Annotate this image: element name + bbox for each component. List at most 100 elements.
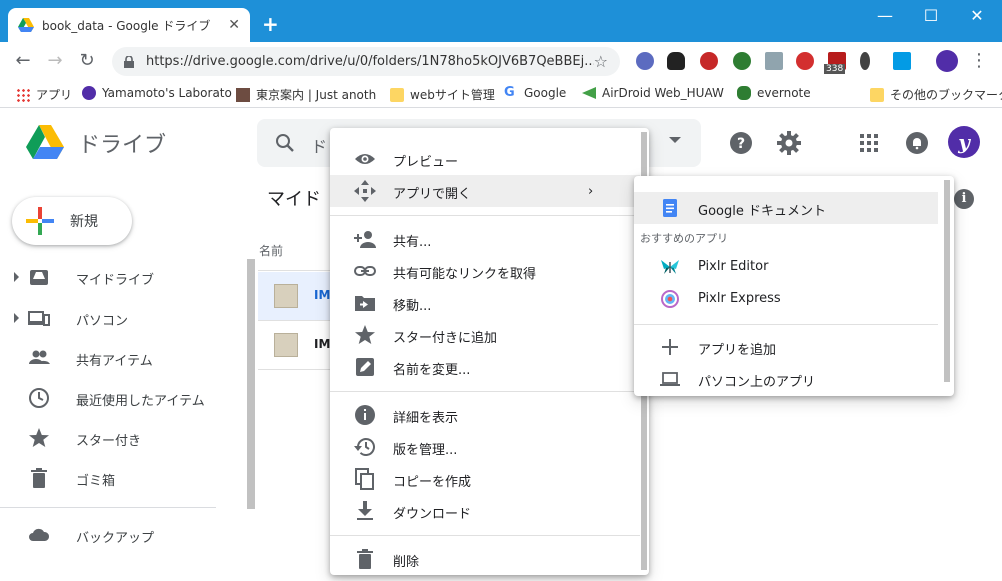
url-text: https://drive.google.com/drive/u/0/folde… <box>146 54 594 69</box>
menu-item-add-star[interactable]: スター付きに追加 <box>330 319 640 351</box>
minimize-button[interactable]: — <box>870 6 900 25</box>
expand-arrow-icon[interactable] <box>14 272 19 282</box>
column-header-name[interactable]: 名前 <box>259 242 283 259</box>
help-icon[interactable]: ? <box>729 131 753 155</box>
star-icon <box>355 325 375 344</box>
extension-plane-icon[interactable] <box>765 52 783 70</box>
extension-globe-icon[interactable] <box>636 52 654 70</box>
menu-item-preview[interactable]: プレビュー <box>330 143 640 175</box>
close-window-button[interactable]: ✕ <box>962 6 992 25</box>
new-button[interactable]: 新規 <box>12 197 132 245</box>
submenu-item-google-docs[interactable]: Google ドキュメント <box>634 192 938 224</box>
page-title[interactable]: マイド <box>267 185 321 211</box>
apps-grid-icon[interactable] <box>857 131 881 155</box>
sidebar-scrollbar[interactable] <box>247 259 255 509</box>
menu-item-details[interactable]: 詳細を表示 <box>330 399 640 431</box>
drive-favicon-icon <box>18 18 34 32</box>
history-icon <box>354 438 375 456</box>
browser-tab[interactable]: book_data - Google ドライブ ✕ <box>8 8 250 42</box>
row-divider <box>258 270 338 271</box>
submenu-item-pixlr-express[interactable]: Pixlr Express <box>634 283 938 315</box>
account-avatar[interactable]: y <box>948 126 980 158</box>
tab-close-icon[interactable]: ✕ <box>228 17 240 33</box>
eye-icon <box>355 154 375 164</box>
bookmark-evernote[interactable]: evernote <box>737 86 811 100</box>
menu-item-label: ダウンロード <box>393 507 472 522</box>
menu-item-open-with[interactable]: アプリで開く › <box>330 175 640 207</box>
menu-item-rename[interactable]: 名前を変更... <box>330 351 640 383</box>
details-info-icon[interactable]: i <box>954 189 974 209</box>
extension-cloud-icon[interactable] <box>667 52 685 70</box>
submenu-item-desktop-app[interactable]: パソコン上のアプリ <box>634 363 938 395</box>
pixlr-editor-icon <box>661 260 679 274</box>
sidebar-item-shared[interactable]: 共有アイテム <box>0 342 216 374</box>
menu-item-move[interactable]: 移動... <box>330 287 640 319</box>
sidebar-item-label: パソコン <box>76 314 129 329</box>
bookmark-star-icon[interactable]: ☆ <box>594 52 608 71</box>
file-row[interactable]: IM <box>258 272 338 320</box>
sidebar-item-computers[interactable]: パソコン <box>0 302 216 334</box>
menu-item-label: 共有可能なリンクを取得 <box>393 267 537 282</box>
menu-item-download[interactable]: ダウンロード <box>330 495 640 527</box>
bookmark-apps[interactable]: アプリ <box>16 86 72 103</box>
maximize-button[interactable]: ☐ <box>916 6 946 25</box>
sidebar-divider <box>0 507 216 508</box>
submenu-item-pixlr-editor[interactable]: Pixlr Editor <box>634 251 938 283</box>
extension-balls-icon[interactable] <box>700 52 718 70</box>
expand-arrow-icon[interactable] <box>14 313 19 323</box>
trash-icon <box>357 549 373 569</box>
bookmark-airdroid[interactable]: AirDroid Web_HUAW <box>582 86 724 100</box>
menu-divider <box>330 535 640 536</box>
menu-item-get-link[interactable]: 共有可能なリンクを取得 <box>330 255 640 287</box>
browser-menu-icon[interactable]: ⋮ <box>968 50 990 72</box>
airdroid-favicon-icon <box>582 87 596 99</box>
evernote-extension-icon[interactable] <box>733 52 751 70</box>
menu-item-share[interactable]: 共有... <box>330 223 640 255</box>
sidebar-item-backup[interactable]: バックアップ <box>0 519 216 551</box>
profile-icon[interactable] <box>936 50 958 72</box>
bookmark-google[interactable]: G Google <box>504 86 566 101</box>
bookmark-web-admin[interactable]: webサイト管理 <box>390 86 495 103</box>
menu-item-label: 移動... <box>393 299 432 314</box>
yab-extension-icon[interactable] <box>796 52 814 70</box>
menu-item-manage-versions[interactable]: 版を管理... <box>330 431 640 463</box>
bookmark-label: Yamamoto's Laborato <box>102 86 232 100</box>
menu-item-delete[interactable]: 削除 <box>330 543 640 575</box>
eyedropper-extension-icon[interactable] <box>893 52 911 70</box>
sidebar-item-label: 共有アイテム <box>76 354 153 369</box>
search-options-icon[interactable] <box>669 137 681 143</box>
link-icon <box>354 266 376 276</box>
sidebar-item-trash[interactable]: ゴミ箱 <box>0 462 216 494</box>
forward-icon[interactable]: → <box>44 50 66 72</box>
menu-item-label: 名前を変更... <box>393 363 471 378</box>
address-bar[interactable]: https://drive.google.com/drive/u/0/folde… <box>112 47 620 76</box>
reload-icon[interactable]: ↻ <box>76 50 98 72</box>
menu-item-make-copy[interactable]: コピーを作成 <box>330 463 640 495</box>
submenu-item-add-app[interactable]: アプリを追加 <box>634 331 938 363</box>
file-name: IM <box>314 288 331 302</box>
google-docs-icon <box>663 199 677 217</box>
map-pin-extension-icon[interactable] <box>860 52 870 70</box>
lock-icon <box>124 55 134 68</box>
sidebar-item-starred[interactable]: スター付き <box>0 422 216 454</box>
sidebar-item-recent[interactable]: 最近使用したアイテム <box>0 382 216 414</box>
menu-item-label: 共有... <box>393 235 432 250</box>
file-row[interactable]: IM <box>258 321 338 369</box>
submenu-divider <box>634 324 938 325</box>
settings-gear-icon[interactable] <box>777 131 801 155</box>
bookmark-other[interactable]: その他のブックマーク <box>870 86 1002 103</box>
bookmark-yamamoto[interactable]: Yamamoto's Laborato <box>82 86 232 100</box>
submenu-scrollbar[interactable] <box>944 180 950 382</box>
bookmark-tokyo[interactable]: 東京案内 | Just anoth <box>236 86 376 103</box>
sidebar-item-my-drive[interactable]: マイドライブ <box>0 261 216 293</box>
extension-badge: 338 <box>824 64 846 74</box>
new-tab-button[interactable]: + <box>262 12 279 36</box>
back-icon[interactable]: ← <box>12 50 34 72</box>
file-name: IM <box>314 337 331 351</box>
menu-item-label: 詳細を表示 <box>393 411 459 426</box>
search-input[interactable]: ド <box>311 133 327 157</box>
notifications-bell-icon[interactable] <box>905 131 929 155</box>
clock-icon <box>29 388 49 408</box>
svg-text:?: ? <box>737 136 745 152</box>
bookmark-label: 東京案内 | Just anoth <box>256 88 377 102</box>
